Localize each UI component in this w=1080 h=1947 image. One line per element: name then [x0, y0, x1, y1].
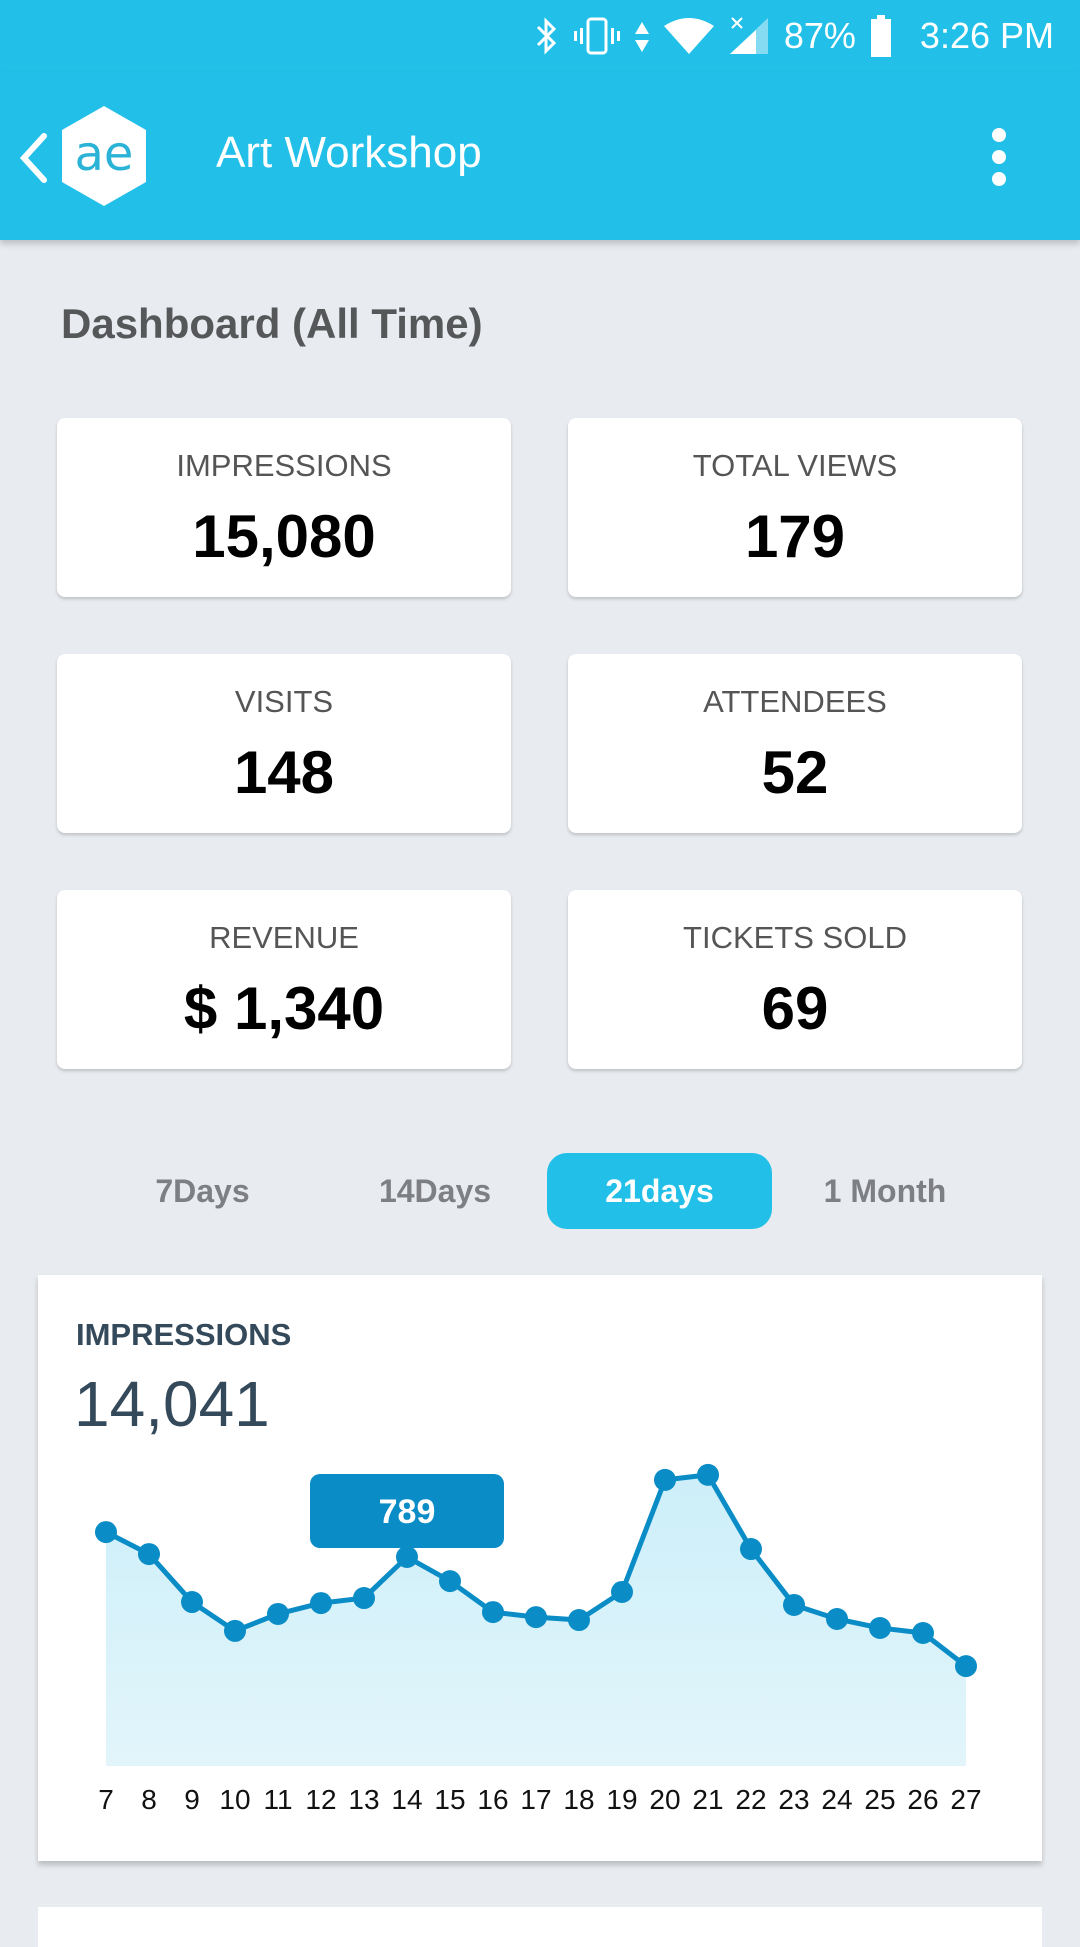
- impressions-chart: 7 8 9 10 11 12 13 14 15 16 17 18 19 20 21 22 23 24 25 26 27 …: [95, 1463, 982, 1815]
- stat-label: IMPRESSIONS: [176, 448, 392, 483]
- chart-point[interactable]: [138, 1543, 160, 1566]
- status-bar: 87% 3:26 PM: [0, 0, 1080, 72]
- stat-card-total-views: TOTAL VIEWS 179: [568, 418, 1022, 597]
- battery-icon: [870, 14, 892, 58]
- range-tabs: 7Days 14Days 21days 1 Month: [0, 1153, 1080, 1229]
- bluetooth-icon: [534, 14, 560, 58]
- stat-label: REVENUE: [209, 920, 359, 955]
- chart-point[interactable]: [654, 1468, 676, 1491]
- stat-label: ATTENDEES: [703, 684, 887, 719]
- x-tick-label: 17: [520, 1784, 551, 1815]
- stat-card-tickets-sold: TICKETS SOLD 69: [568, 890, 1022, 1069]
- x-tick-label: 18: [563, 1784, 594, 1815]
- x-tick-label: 22: [735, 1784, 766, 1815]
- x-tick-label: 27: [950, 1784, 981, 1815]
- chart-point[interactable]: [826, 1607, 848, 1630]
- x-tick-label: 16: [477, 1784, 508, 1815]
- tooltip-value: 789: [379, 1493, 436, 1531]
- stat-card-impressions: IMPRESSIONS 15,080: [57, 418, 511, 597]
- chart-point[interactable]: [525, 1606, 547, 1629]
- x-tick-label: 25: [864, 1784, 895, 1815]
- stat-label: TICKETS SOLD: [683, 920, 907, 955]
- data-arrows-icon: [634, 14, 650, 58]
- next-card: [38, 1907, 1042, 1947]
- stat-value: 15,080: [192, 503, 376, 570]
- x-tick-label: 12: [305, 1784, 336, 1815]
- stat-value: 52: [761, 739, 829, 806]
- app-bar: ae Art Workshop: [0, 72, 1080, 240]
- x-tick-label: 23: [778, 1784, 809, 1815]
- stat-label: TOTAL VIEWS: [692, 448, 898, 483]
- stat-value: $ 1,340: [183, 975, 385, 1042]
- more-options-button[interactable]: [984, 124, 1014, 188]
- chevron-left-icon: [19, 133, 47, 183]
- chart-point[interactable]: [697, 1463, 719, 1486]
- x-tick-label: 9: [184, 1784, 200, 1815]
- wifi-icon: [663, 14, 714, 58]
- x-tick-label: 11: [263, 1784, 292, 1815]
- chart-point[interactable]: [740, 1538, 762, 1561]
- chart-point[interactable]: [267, 1602, 289, 1625]
- x-tick-label: 13: [348, 1784, 379, 1815]
- chart-point[interactable]: [912, 1622, 934, 1645]
- back-button[interactable]: [14, 128, 54, 188]
- page-title: Art Workshop: [216, 128, 482, 177]
- stat-value: 69: [761, 975, 829, 1042]
- chart-point[interactable]: [611, 1580, 633, 1603]
- signal-icon: [728, 14, 770, 58]
- chart-point[interactable]: [95, 1521, 117, 1544]
- chart-point[interactable]: [955, 1655, 977, 1678]
- app-logo[interactable]: ae: [58, 104, 150, 208]
- chart-point[interactable]: [353, 1587, 375, 1610]
- more-vert-icon: [984, 128, 1014, 186]
- chart-point[interactable]: [568, 1609, 590, 1632]
- dashboard-title: Dashboard (All Time): [61, 300, 483, 347]
- battery-percent: 87%: [783, 15, 856, 56]
- stat-card-revenue: REVENUE $ 1,340: [57, 890, 511, 1069]
- chart-point[interactable]: [396, 1546, 418, 1568]
- tab-21days[interactable]: 21days: [547, 1153, 772, 1229]
- logo-mark: ae: [75, 126, 134, 182]
- chart-point[interactable]: [439, 1570, 461, 1593]
- vibrate-icon: [573, 14, 620, 58]
- tab-14days[interactable]: 14Days: [350, 1153, 520, 1229]
- x-tick-label: 7: [98, 1784, 114, 1815]
- chart-point[interactable]: [869, 1616, 891, 1639]
- clock: 3:26 PM: [919, 15, 1054, 56]
- stat-label: VISITS: [234, 684, 334, 719]
- x-tick-label: 24: [821, 1784, 852, 1815]
- x-tick-label: 20: [649, 1784, 680, 1815]
- x-tick-label: 8: [141, 1784, 157, 1815]
- x-tick-label: 14: [391, 1784, 422, 1815]
- stat-card-attendees: ATTENDEES 52: [568, 654, 1022, 833]
- x-tick-label: 15: [434, 1784, 465, 1815]
- chart-point[interactable]: [224, 1619, 246, 1642]
- x-tick-label: 19: [606, 1784, 637, 1815]
- tab-7days[interactable]: 7Days: [120, 1153, 285, 1229]
- chart-point[interactable]: [482, 1601, 504, 1624]
- stat-card-visits: VISITS 148: [57, 654, 511, 833]
- chart-point[interactable]: [181, 1591, 203, 1614]
- impressions-chart-card: IMPRESSIONS 14,041 7 8 9 10 11 12 13 14 15 16 17 18…: [38, 1275, 1042, 1861]
- x-tick-label: 10: [219, 1784, 250, 1815]
- chart-point[interactable]: [783, 1593, 805, 1616]
- x-tick-label: 21: [692, 1784, 723, 1815]
- chart-point[interactable]: [310, 1592, 332, 1615]
- stat-value: 148: [233, 739, 335, 806]
- x-tick-label: 26: [907, 1784, 938, 1815]
- stat-value: 179: [744, 503, 846, 570]
- tab-1-month[interactable]: 1 Month: [800, 1153, 970, 1229]
